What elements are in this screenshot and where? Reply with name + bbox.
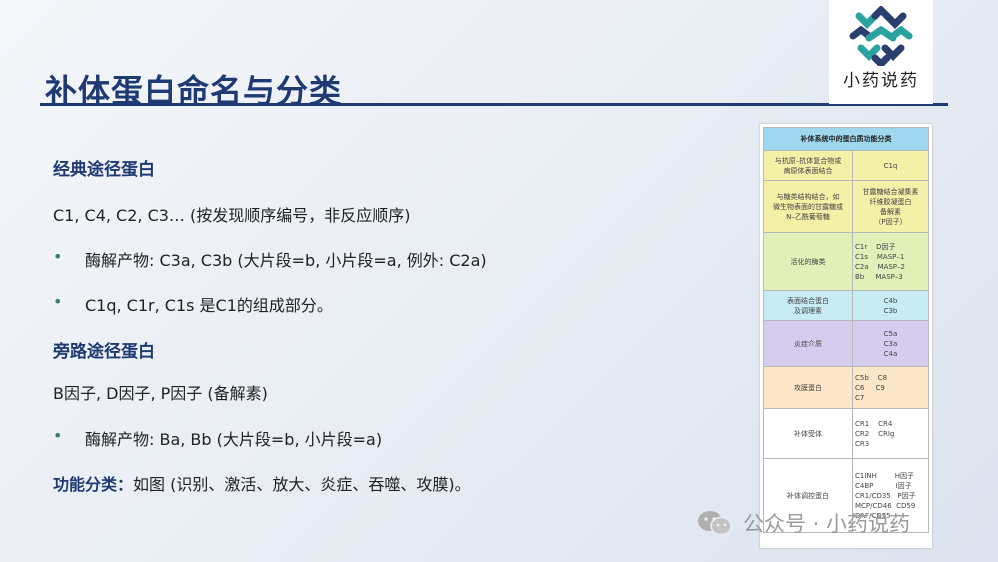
table-cell-proteins: 甘露糖结合凝集素 纤维胶凝蛋白 备解素 （P因子）	[852, 180, 929, 233]
table-cell-proteins: C1q	[852, 150, 929, 181]
title-underline	[40, 103, 948, 106]
alternative-line: B因子, D因子, P因子 (备解素)	[53, 384, 268, 403]
classical-line: C1, C4, C2, C3… (按发现顺序编号，非反应顺序)	[53, 206, 411, 225]
table-cell-proteins: C5b C8 C6 C9 C7	[852, 366, 929, 409]
table-cell-function: 补体受体	[763, 408, 853, 459]
bullet-icon: •	[53, 292, 63, 311]
table-row: 炎症介质 C5a C3a C4a	[763, 320, 929, 367]
table-cell-function: 表面结合蛋白 及调理素	[763, 290, 853, 321]
table-row: 攻膜蛋白 C5b C8 C6 C9 C7	[763, 366, 929, 409]
table-cell-function: 与抗原–抗体复合物或 病原体表面结合	[763, 150, 853, 181]
bullet-text: 酶解产物: Ba, Bb (大片段=b, 小片段=a)	[85, 430, 383, 449]
table-cell-function: 炎症介质	[763, 320, 853, 367]
brand-logo: 小药说药	[829, 0, 933, 104]
watermark-text: 公众号 · 小药说药	[743, 512, 911, 536]
bullet-text: 酶解产物: C3a, C3b (大片段=b, 小片段=a, 例外: C2a)	[85, 251, 487, 270]
function-label: 功能分类：	[53, 475, 134, 494]
table-header-row: 补体系统中的蛋白质功能分类	[763, 127, 929, 151]
table-cell-function: 攻膜蛋白	[763, 366, 853, 409]
table-row: 与抗原–抗体复合物或 病原体表面结合 C1q	[763, 150, 929, 181]
classical-heading: 经典途径蛋白	[53, 160, 155, 180]
table-cell-proteins: C5a C3a C4a	[852, 320, 929, 367]
function-line: 功能分类：如图 (识别、激活、放大、炎症、吞噬、攻膜)。	[53, 471, 471, 495]
bullet-icon: •	[53, 247, 63, 266]
function-text: 如图 (识别、激活、放大、炎症、吞噬、攻膜)。	[133, 475, 471, 494]
logo-mark-icon	[849, 6, 913, 66]
table-cell-proteins: C1r D因子 C1s MASP–1 C2a MASP–2 Bb MASP–3	[852, 232, 929, 291]
table-cell-function: 与糖类结构结合，如 微生物表面的甘露糖或 N–乙酰葡萄糖	[763, 180, 853, 233]
wechat-watermark: 公众号 · 小药说药	[697, 508, 910, 538]
function-table: 补体系统中的蛋白质功能分类 与抗原–抗体复合物或 病原体表面结合 C1q 与糖类…	[763, 127, 929, 533]
bullet-text: C1q, C1r, C1s 是C1的组成部分。	[85, 296, 333, 315]
function-table-figure: 补体系统中的蛋白质功能分类 与抗原–抗体复合物或 病原体表面结合 C1q 与糖类…	[760, 124, 932, 548]
table-cell-proteins: C4b C3b	[852, 290, 929, 321]
wechat-icon	[698, 511, 732, 536]
table-row: 活化的酶类 C1r D因子 C1s MASP–1 C2a MASP–2 Bb M…	[763, 232, 929, 291]
alternative-heading: 旁路途径蛋白	[53, 342, 155, 362]
logo-text: 小药说药	[843, 71, 919, 91]
table-row: 补体受体 CR1 CR4 CR2 CRIg CR3	[763, 408, 929, 459]
table-cell-function: 活化的酶类	[763, 232, 853, 291]
table-cell-proteins: CR1 CR4 CR2 CRIg CR3	[852, 408, 929, 459]
bullet-icon: •	[53, 426, 63, 445]
table-row: 与糖类结构结合，如 微生物表面的甘露糖或 N–乙酰葡萄糖 甘露糖结合凝集素 纤维…	[763, 180, 929, 233]
table-row: 表面结合蛋白 及调理素 C4b C3b	[763, 290, 929, 321]
table-header: 补体系统中的蛋白质功能分类	[763, 127, 929, 151]
